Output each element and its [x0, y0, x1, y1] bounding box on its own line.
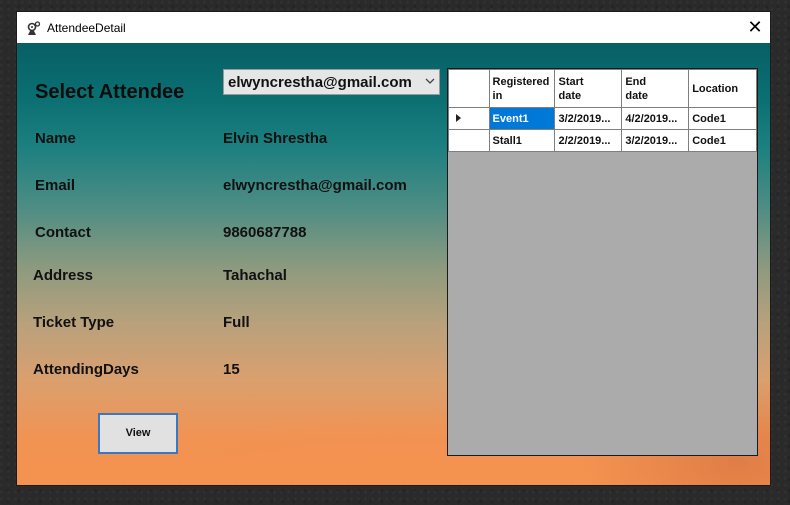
registrations-table: Registered in Start date End date Locati…: [448, 69, 757, 152]
chevron-down-icon[interactable]: [425, 76, 435, 86]
name-label: Name: [35, 130, 76, 147]
row-pointer-icon: [456, 113, 461, 122]
column-header-end-date[interactable]: End date: [621, 69, 690, 108]
column-header-line: date: [558, 89, 582, 102]
table-row[interactable]: Stall1 2/2/2019... 3/2/2019... Code1: [448, 129, 757, 152]
corner-header[interactable]: [448, 69, 490, 108]
cell-registered-in[interactable]: Stall1: [488, 129, 556, 152]
column-header-line: End: [625, 75, 647, 88]
close-icon[interactable]: ✕: [740, 12, 770, 43]
attendee-select-value: elwyncrestha@gmail.com: [228, 74, 412, 91]
ticket-type-label: Ticket Type: [33, 314, 115, 331]
attending-days-value: 15: [223, 361, 240, 378]
cell-registered-in[interactable]: Event1: [488, 107, 556, 130]
view-button[interactable]: View: [98, 413, 178, 454]
column-header-line: Location: [692, 82, 739, 95]
row-header[interactable]: [448, 107, 490, 130]
contact-value: 9860687788: [223, 224, 307, 241]
ticket-type-value: Full: [223, 314, 250, 331]
address-label: Address: [33, 267, 94, 284]
window-title: AttendeeDetail: [47, 21, 126, 35]
column-header-line: Registered: [492, 75, 550, 88]
title-bar[interactable]: AttendeeDetail ✕: [17, 12, 770, 43]
name-value: Elvin Shrestha: [223, 130, 328, 147]
cell-end-date[interactable]: 3/2/2019...: [621, 129, 690, 152]
contact-label: Contact: [35, 224, 91, 241]
table-row[interactable]: Event1 3/2/2019... 4/2/2019... Code1: [448, 107, 757, 130]
column-header-location[interactable]: Location: [688, 69, 757, 108]
cell-location[interactable]: Code1: [688, 129, 757, 152]
column-header-line: date: [625, 89, 648, 102]
cell-end-date[interactable]: 4/2/2019...: [621, 107, 690, 130]
registrations-grid[interactable]: Registered in Start date End date Locati…: [447, 68, 758, 456]
form-client-area: Select Attendee elwyncrestha@gmail.com N…: [17, 43, 770, 485]
attendee-select[interactable]: elwyncrestha@gmail.com: [223, 69, 440, 95]
column-header-line: Start: [558, 75, 584, 88]
address-value: Tahachal: [223, 267, 287, 284]
email-label: Email: [35, 177, 76, 194]
cell-start-date[interactable]: 3/2/2019...: [554, 107, 623, 130]
attendee-detail-window: AttendeeDetail ✕ Select Attendee elwyncr…: [17, 12, 770, 485]
column-header-line: in: [492, 89, 503, 102]
column-header-start-date[interactable]: Start date: [554, 69, 623, 108]
cell-start-date[interactable]: 2/2/2019...: [554, 129, 623, 152]
cell-location[interactable]: Code1: [688, 107, 757, 130]
column-header-registered-in[interactable]: Registered in: [488, 69, 556, 108]
attending-days-label: AttendingDays: [33, 361, 139, 378]
row-header[interactable]: [448, 129, 490, 152]
app-gears-icon: [27, 21, 41, 35]
header-row: Registered in Start date End date Locati…: [448, 69, 757, 108]
email-value: elwyncrestha@gmail.com: [223, 177, 407, 194]
select-attendee-label: Select Attendee: [35, 81, 185, 103]
